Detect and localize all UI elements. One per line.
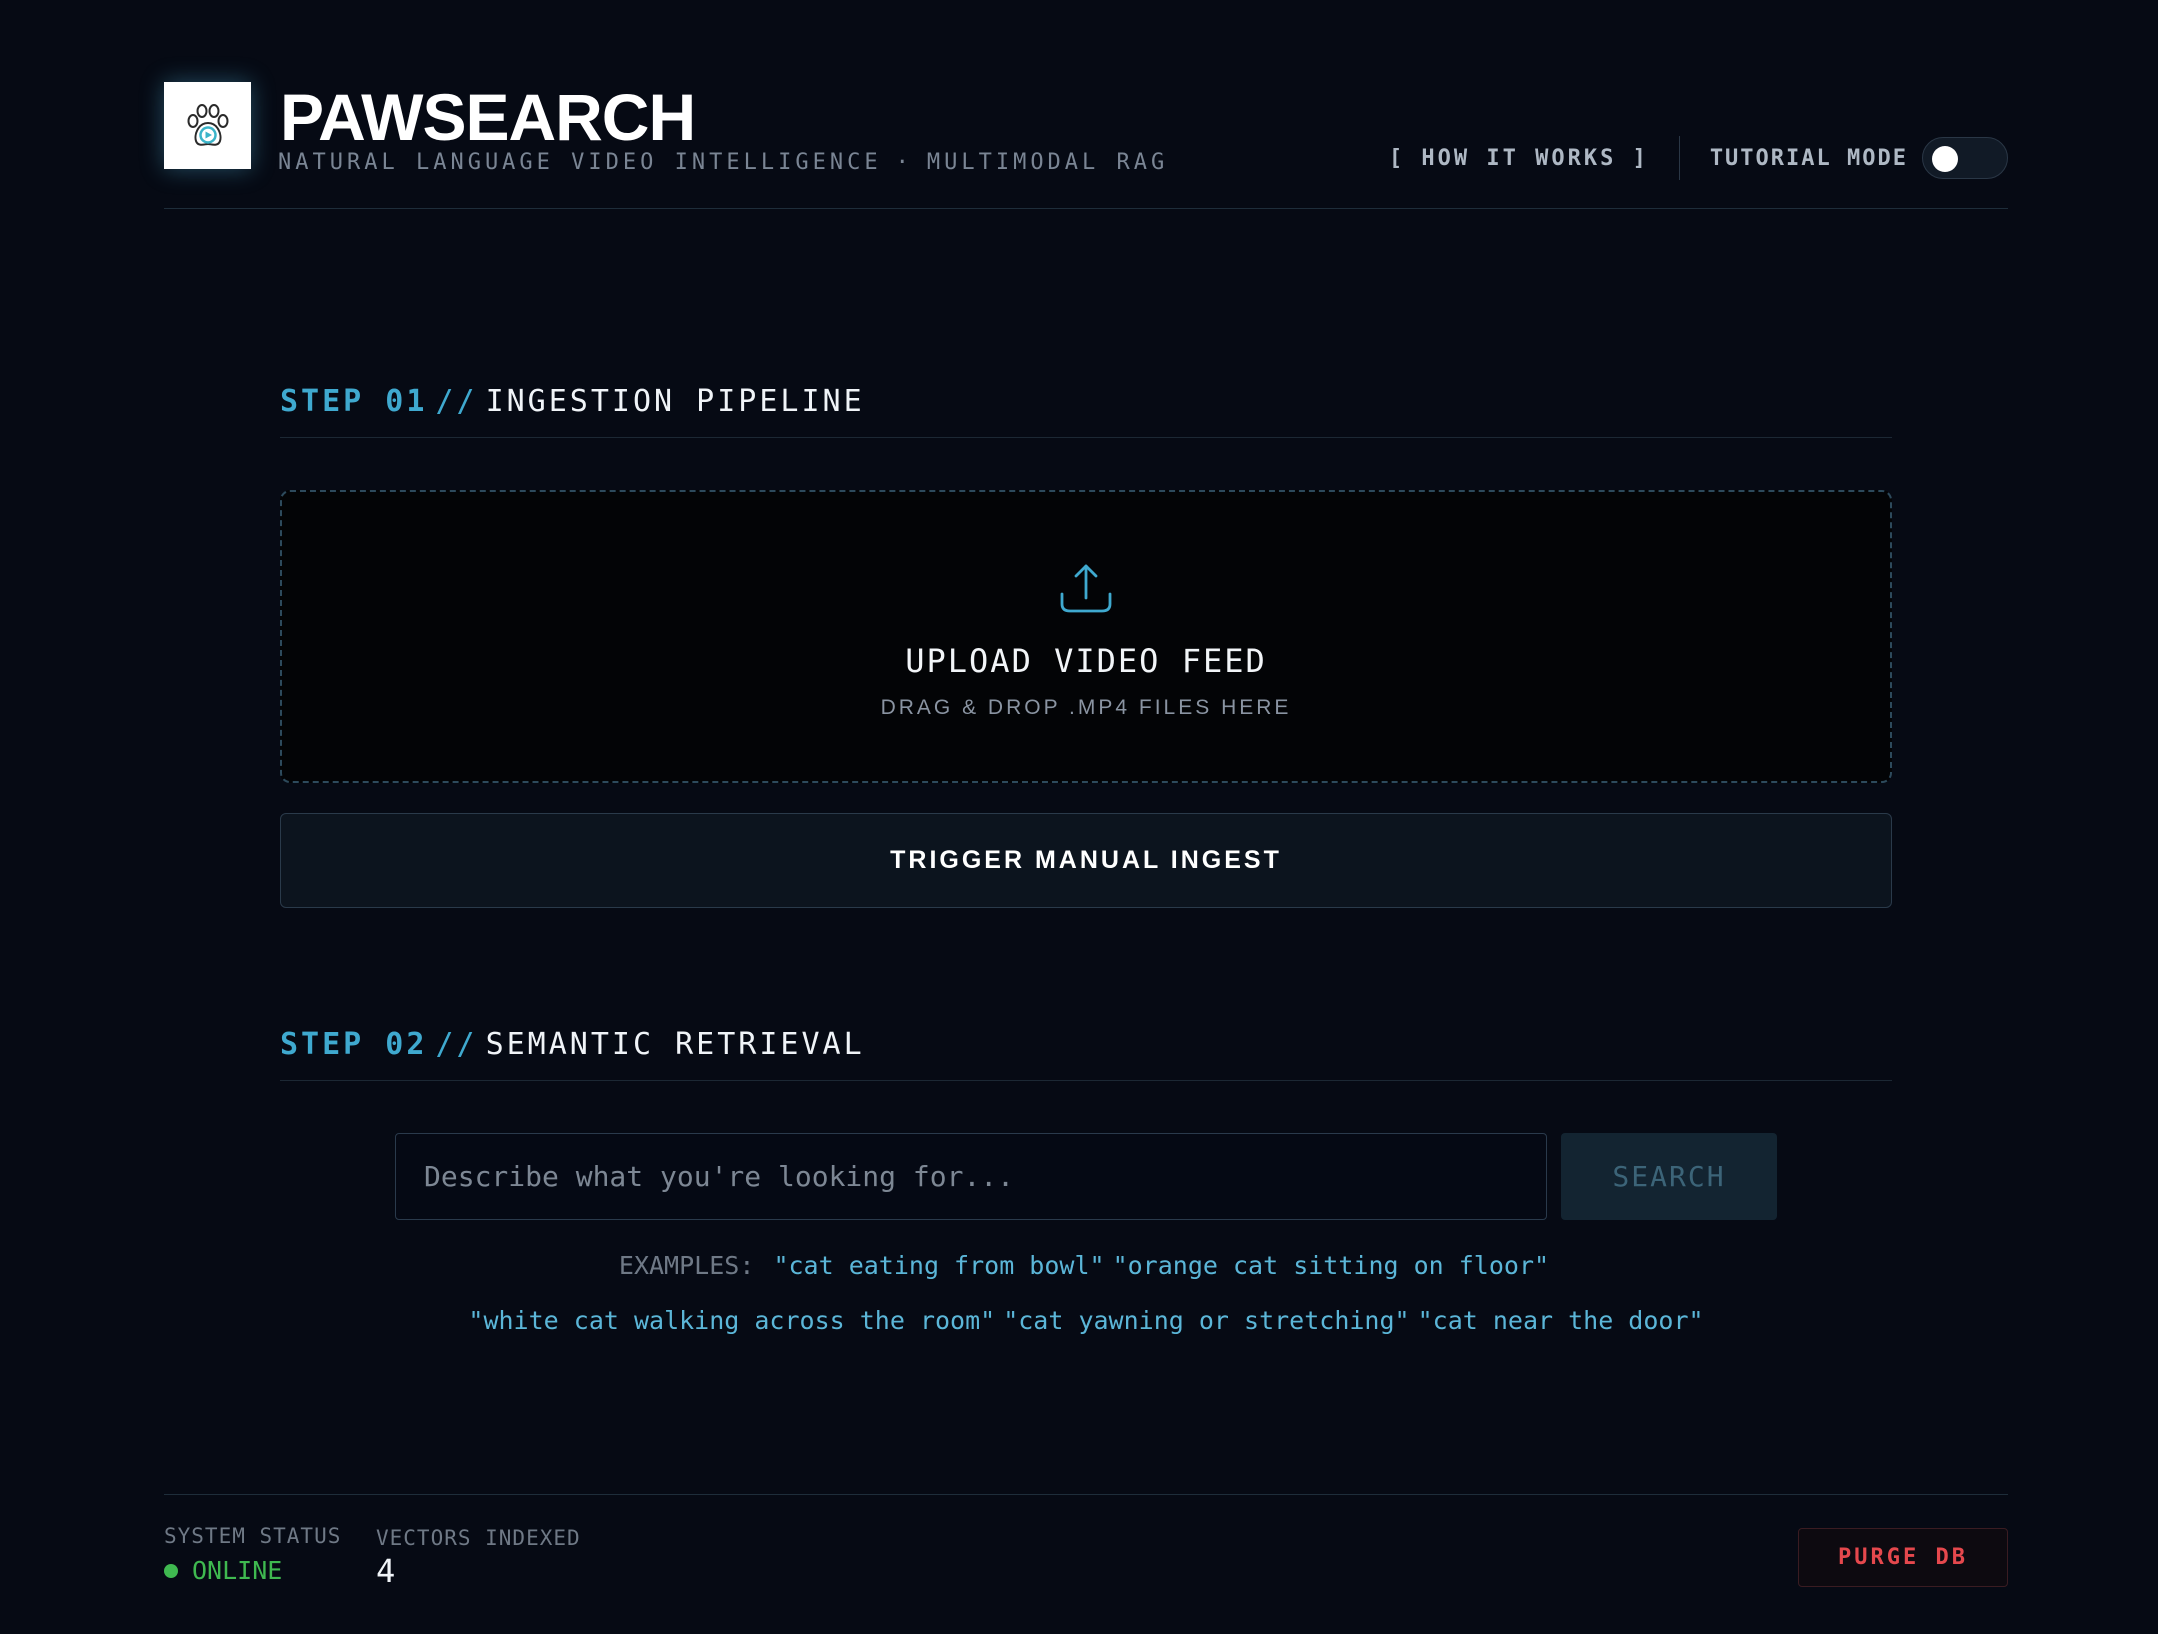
tutorial-mode-toggle[interactable] bbox=[1922, 137, 2008, 179]
step-02-number: STEP 02 bbox=[280, 1027, 428, 1062]
status-dot-icon bbox=[164, 1563, 178, 1578]
system-status: ONLINE bbox=[164, 1556, 282, 1585]
purge-db-button[interactable]: PURGE DB bbox=[1798, 1528, 2008, 1587]
app-header: PAWSEARCH NATURAL LANGUAGE VIDEO INTELLI… bbox=[164, 72, 2008, 209]
upload-icon bbox=[1060, 564, 1112, 613]
examples-row-2: "white cat walking across the room" "cat … bbox=[280, 1304, 1892, 1338]
examples-row-1: EXAMPLES: "cat eating from bowl" "orange … bbox=[280, 1249, 1892, 1283]
example-query[interactable]: "cat eating from bowl" bbox=[773, 1251, 1104, 1280]
vectors-indexed-label: VECTORS INDEXED bbox=[376, 1526, 581, 1550]
header-divider bbox=[1678, 136, 1680, 180]
system-status-label: SYSTEM STATUS bbox=[164, 1524, 342, 1548]
search-input[interactable] bbox=[395, 1133, 1547, 1220]
system-status-value: ONLINE bbox=[192, 1556, 283, 1585]
paw-icon bbox=[187, 103, 228, 146]
step-01-slash: // bbox=[435, 384, 478, 419]
toggle-knob bbox=[1932, 146, 1958, 172]
trigger-manual-ingest-button[interactable]: TRIGGER MANUAL INGEST bbox=[280, 813, 1892, 908]
step-02-heading: STEP 02//SEMANTIC RETRIEVAL bbox=[280, 1025, 1892, 1081]
example-query[interactable]: "white cat walking across the room" bbox=[468, 1306, 995, 1335]
upload-title: UPLOAD VIDEO FEED bbox=[905, 642, 1267, 680]
step-02-slash: // bbox=[435, 1027, 478, 1062]
upload-subtitle: DRAG & DROP .MP4 FILES HERE bbox=[880, 696, 1292, 719]
example-query[interactable]: "cat yawning or stretching" bbox=[1003, 1306, 1409, 1335]
app-subtitle: NATURAL LANGUAGE VIDEO INTELLIGENCE · MULT… bbox=[278, 148, 1168, 178]
app-logo bbox=[164, 82, 251, 169]
footer-divider bbox=[164, 1494, 2008, 1495]
search-button[interactable]: SEARCH bbox=[1561, 1133, 1777, 1220]
examples-label: EXAMPLES: bbox=[618, 1251, 755, 1280]
tutorial-mode-label: TUTORIAL MODE bbox=[1709, 145, 1908, 171]
step-01-number: STEP 01 bbox=[280, 384, 428, 419]
example-query[interactable]: "cat near the door" bbox=[1418, 1306, 1704, 1335]
subtitle-right: MULTIMODAL RAG bbox=[926, 150, 1169, 175]
subtitle-left: NATURAL LANGUAGE VIDEO INTELLIGENCE bbox=[278, 150, 882, 175]
subtitle-separator: · bbox=[895, 150, 913, 175]
step-01-heading: STEP 01//INGESTION PIPELINE bbox=[280, 382, 1892, 438]
step-01-title: INGESTION PIPELINE bbox=[485, 384, 865, 419]
vectors-indexed-value: 4 bbox=[376, 1552, 396, 1590]
video-upload-dropzone[interactable]: UPLOAD VIDEO FEED DRAG & DROP .MP4 FILES… bbox=[280, 490, 1892, 783]
header-actions: [ HOW IT WORKS ] TUTORIAL MODE bbox=[1389, 136, 2008, 180]
example-query[interactable]: "orange cat sitting on floor" bbox=[1113, 1251, 1550, 1280]
how-it-works-link[interactable]: [ HOW IT WORKS ] bbox=[1389, 146, 1649, 171]
step-02-title: SEMANTIC RETRIEVAL bbox=[485, 1027, 865, 1062]
